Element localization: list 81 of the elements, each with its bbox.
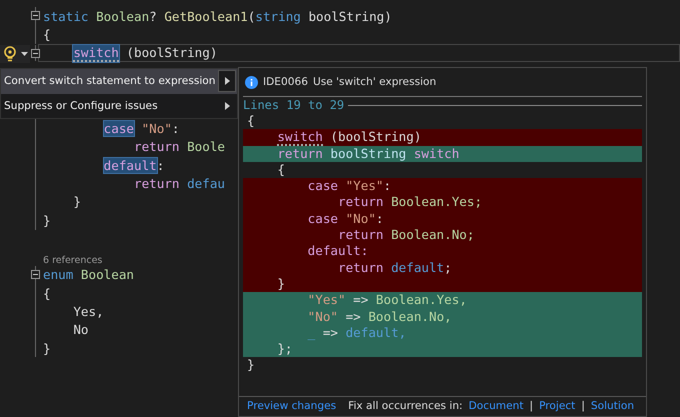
code-token: : — [376, 210, 384, 226]
collapse-icon[interactable] — [31, 270, 40, 279]
code-token: } — [43, 340, 51, 356]
diagnostic-id[interactable]: IDE0066 — [263, 76, 308, 88]
lightbulb-button[interactable] — [0, 44, 30, 63]
code-token: default — [390, 260, 444, 275]
code-token: case — [308, 210, 338, 226]
link[interactable]: Solution — [590, 400, 634, 412]
code-token: { — [43, 27, 51, 42]
code-token: } — [247, 357, 255, 372]
code-token: : — [156, 158, 164, 173]
code-token: } — [277, 276, 285, 291]
code-token: "Yes" — [308, 292, 346, 308]
code-token: default, — [344, 324, 406, 340]
submenu-arrow-icon — [224, 102, 230, 110]
code-token: boolString — [329, 146, 406, 161]
code-token: boolString) — [307, 8, 392, 24]
code-token: Boolean — [95, 8, 150, 24]
link[interactable]: Project — [539, 400, 576, 412]
codelens-references[interactable]: 6 references — [43, 254, 102, 266]
code-token: : — [384, 178, 392, 194]
code-token: "No" — [308, 308, 338, 324]
code-token: static — [43, 8, 88, 24]
caret-icon — [21, 52, 28, 56]
code-token: No — [73, 322, 88, 338]
collapse-icon[interactable] — [31, 48, 40, 58]
menu-item[interactable]: Suppress or Configure issues — [1, 94, 237, 118]
code-token: Boolean.No, — [367, 308, 452, 324]
code-token: Boolean.Yes; — [390, 194, 482, 210]
code-token: : — [172, 120, 180, 136]
code-token: string — [255, 8, 301, 24]
code-token: defau — [186, 176, 225, 192]
code-token: } — [73, 194, 81, 210]
code-token: "No" — [140, 120, 172, 136]
code-token: Yes, — [73, 304, 104, 319]
code-token: return — [338, 194, 384, 210]
diagnostic-message: Use 'switch' expression — [312, 76, 436, 88]
code-token: { — [43, 286, 51, 301]
code-token: enum — [43, 267, 74, 282]
code-token: { — [277, 162, 285, 177]
link[interactable]: Preview changes — [247, 400, 336, 412]
code-token: Boole — [186, 139, 225, 154]
code-token: return — [338, 260, 384, 275]
code-token: ; — [444, 260, 452, 275]
code-token: => — [322, 324, 338, 340]
code-token: switch — [73, 45, 119, 62]
collapse-icon[interactable] — [31, 11, 40, 20]
code-token: (boolString) — [329, 129, 422, 144]
separator: | — [530, 400, 534, 412]
code-token: => — [352, 292, 368, 308]
code-token: ( — [248, 8, 256, 24]
code-token: "Yes" — [344, 178, 384, 194]
footer-label: Fix all occurrences in: — [348, 400, 463, 412]
code-token: Boolean — [80, 267, 134, 282]
code-token: => — [344, 308, 361, 324]
code-token: "No" — [344, 210, 376, 226]
info-icon — [245, 76, 258, 88]
submenu-arrow-icon — [224, 77, 230, 86]
code-token: } — [43, 212, 51, 228]
code-token: ? — [149, 8, 157, 24]
code-token: return — [134, 139, 180, 154]
menu-item[interactable]: Convert switch statement to expression — [1, 69, 237, 94]
code-token: case — [308, 178, 338, 194]
code-token: return — [277, 146, 323, 161]
code-token: default — [104, 158, 157, 173]
link[interactable]: Document — [468, 400, 524, 412]
separator: | — [581, 400, 585, 412]
code-token: default: — [308, 243, 368, 258]
code-token: (boolString) — [125, 45, 218, 60]
code-token: case — [104, 120, 134, 136]
code-token: switch — [412, 146, 460, 161]
code-token: Boolean.No; — [390, 227, 474, 242]
code-token: Boolean.Yes, — [374, 292, 467, 308]
code-token: GetBoolean1 — [163, 8, 248, 24]
code-token: _ — [308, 324, 316, 340]
code-token: return — [134, 176, 180, 192]
code-token: }; — [277, 341, 292, 356]
code-token: return — [338, 227, 384, 242]
code-token: { — [247, 113, 255, 128]
lightbulb-icon — [3, 46, 17, 62]
line-range: Lines 19 to 29 — [243, 98, 344, 112]
